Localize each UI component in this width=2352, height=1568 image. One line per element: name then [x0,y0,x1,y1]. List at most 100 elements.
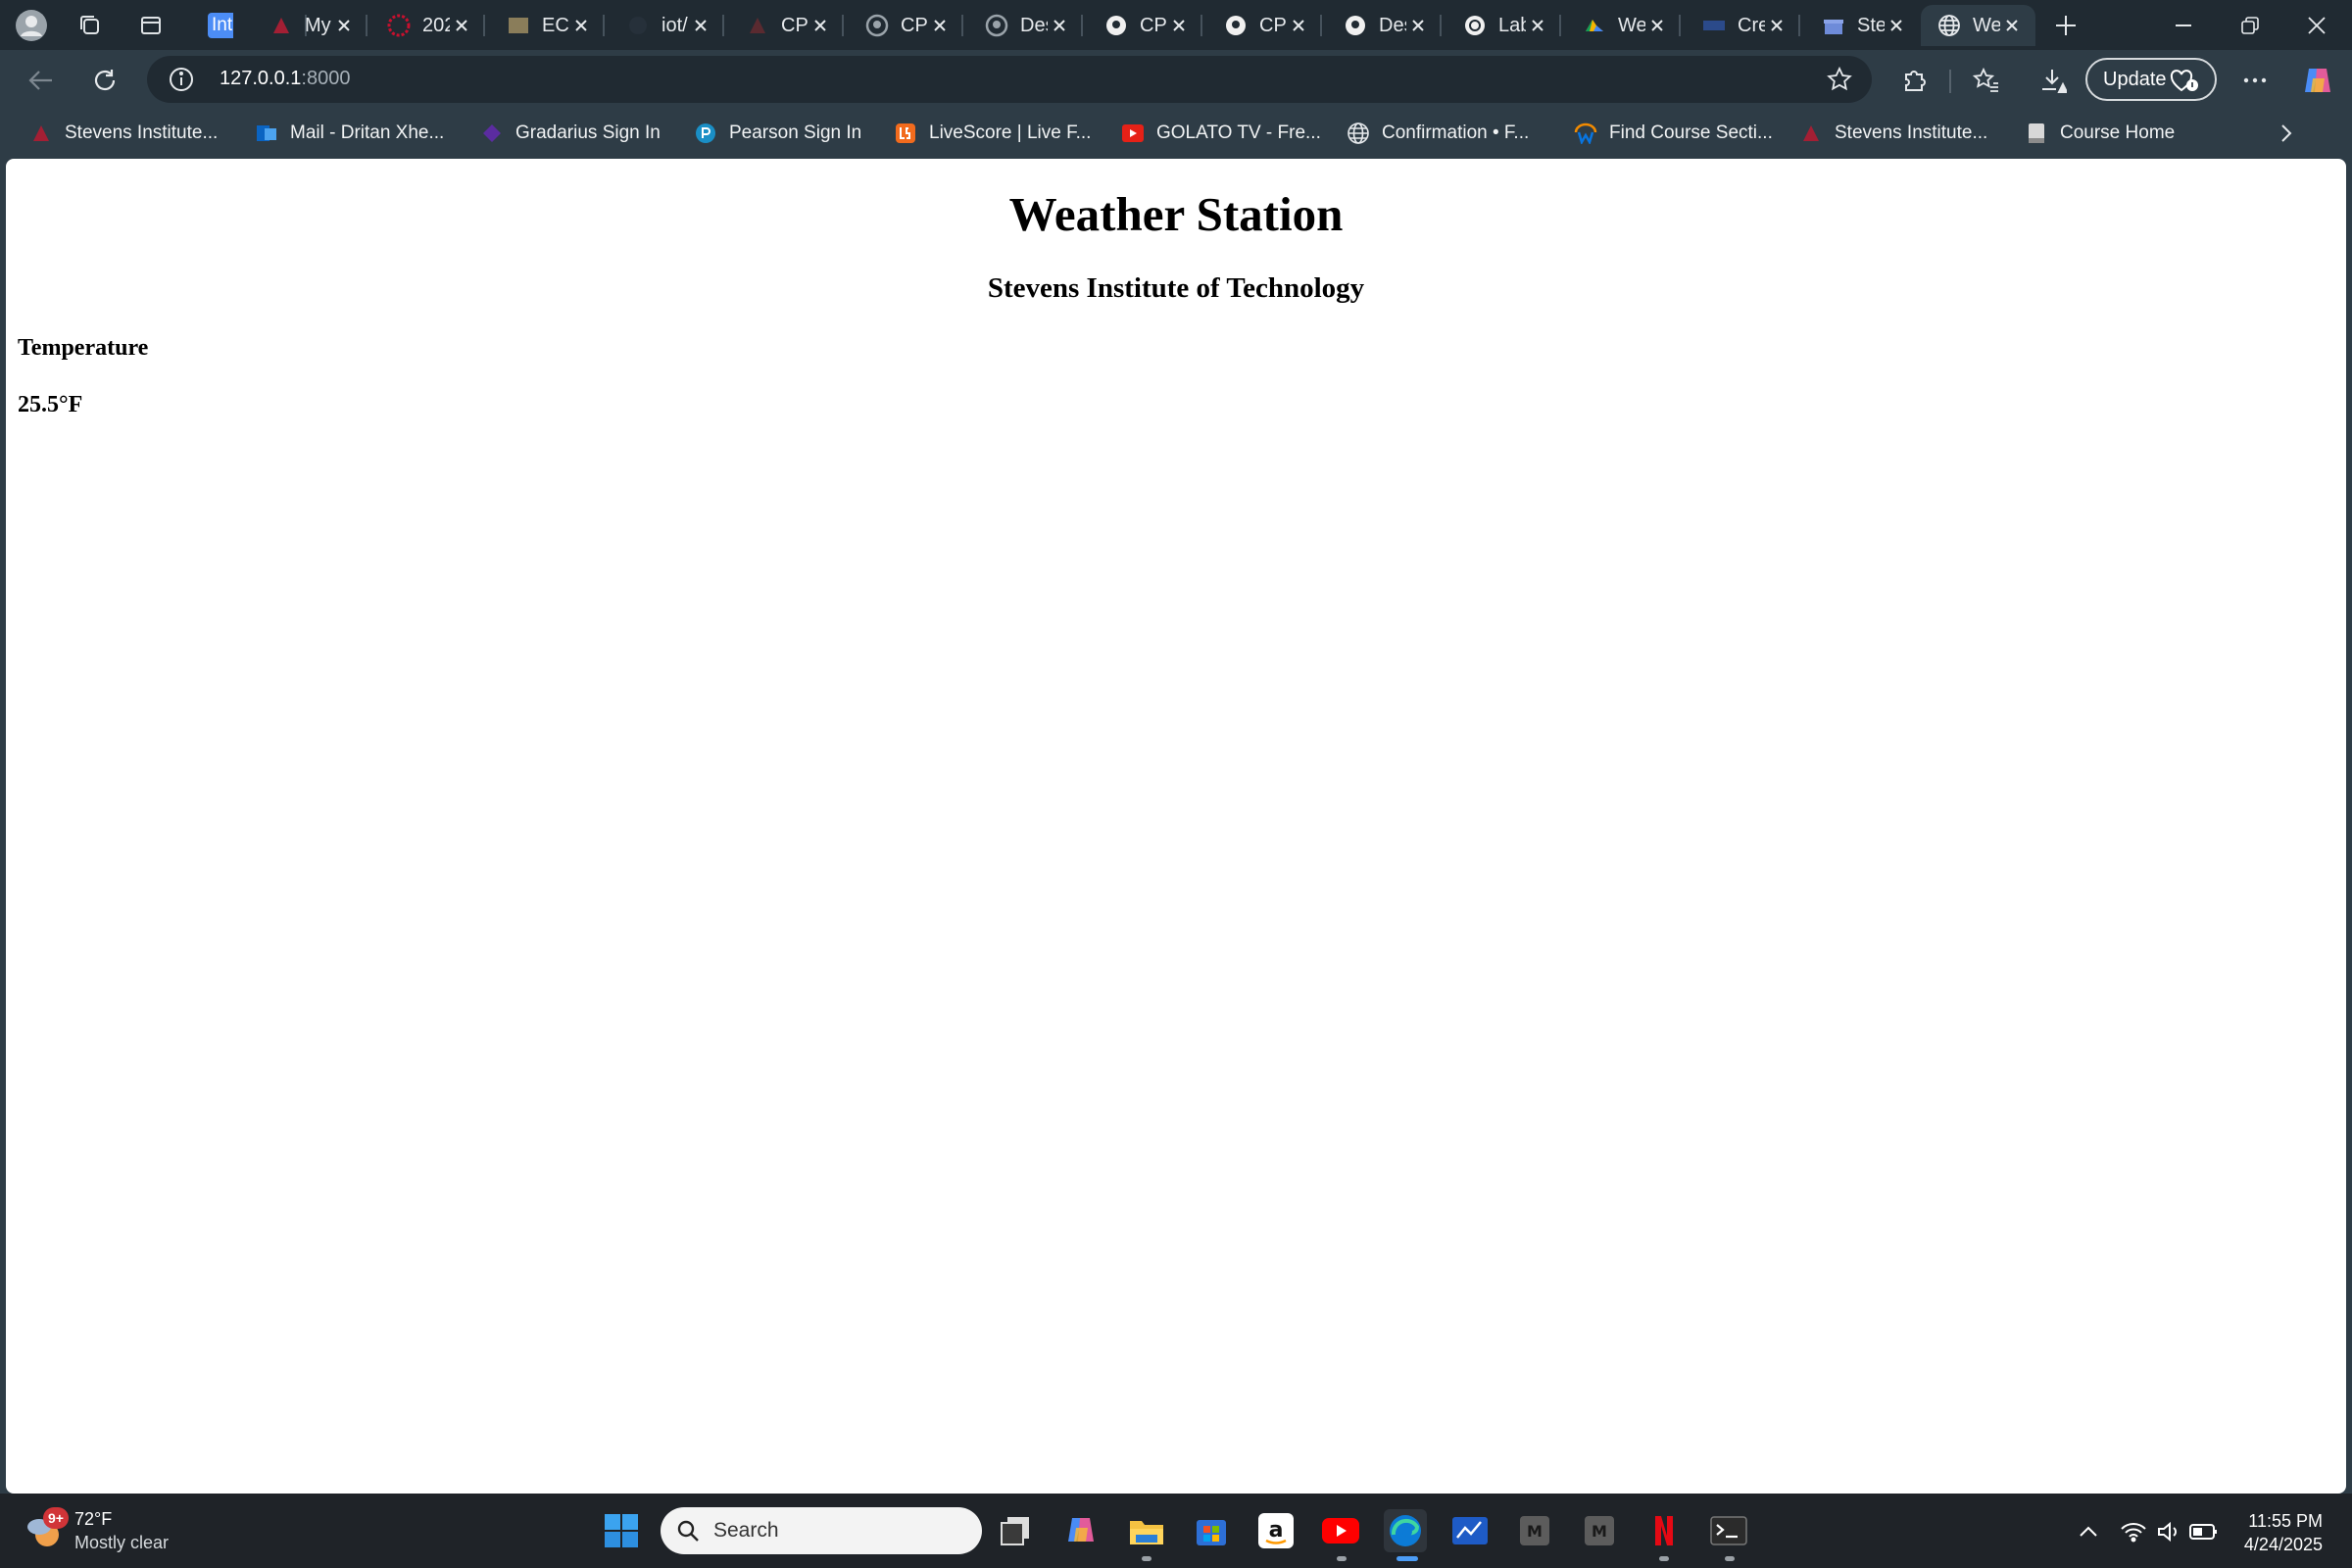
close-tab-icon[interactable] [1526,14,1549,37]
close-tab-icon[interactable] [689,14,712,37]
copilot-taskbar-icon[interactable] [1060,1509,1103,1552]
whiteboard-icon[interactable] [1448,1509,1492,1552]
extensions-icon[interactable] [1893,60,1935,101]
close-tab-icon[interactable] [1287,14,1310,37]
restore-button[interactable] [2217,0,2283,50]
bookmark-livescore[interactable]: LiveScore | Live F... [894,119,1091,148]
workspaces-icon[interactable] [73,8,108,43]
task-view-icon[interactable] [994,1509,1037,1552]
close-tab-icon[interactable] [569,14,593,37]
close-tab-icon[interactable] [450,14,473,37]
wifi-icon[interactable] [2117,1517,2150,1546]
tab-des-2[interactable]: Des [1327,5,1442,46]
refresh-button[interactable] [84,60,125,101]
tab-cre[interactable]: Cre [1686,5,1800,46]
copilot-icon[interactable] [2297,60,2338,101]
close-tab-icon[interactable] [2000,14,2024,37]
file-explorer-icon[interactable] [1125,1509,1168,1552]
close-tab-icon[interactable] [1645,14,1669,37]
start-button[interactable] [600,1509,643,1552]
weather-description: Mostly clear [74,1533,170,1552]
downloads-icon[interactable] [2033,60,2074,101]
tab-label: CPE [1140,14,1167,36]
more-options-icon[interactable] [2234,60,2276,101]
temperature-value: 25.5°F [18,392,83,417]
app-m-icon-1[interactable]: M [1513,1509,1556,1552]
youtube-taskbar-icon[interactable] [1319,1509,1362,1552]
bookmark-mail[interactable]: Mail - Dritan Xhe... [255,119,444,148]
new-tab-button[interactable] [2048,8,2083,43]
favorite-star-icon[interactable] [1827,66,1852,97]
volume-icon[interactable] [2152,1517,2185,1546]
bookmark-golato[interactable]: GOLATO TV - Fre... [1121,119,1321,148]
running-indicator [1142,1556,1152,1561]
back-button[interactable] [20,60,61,101]
tab-weather-station[interactable]: We [1921,5,2035,46]
favorites-icon[interactable] [1966,60,2007,101]
netflix-icon[interactable] [1642,1509,1686,1552]
tab-des-1[interactable]: Des [968,5,1083,46]
bookmark-stevens-2[interactable]: Stevens Institute... [1799,119,1987,148]
close-tab-icon[interactable] [332,14,356,37]
page-title: Weather Station [1008,187,1344,241]
bookmark-pearson[interactable]: Pearson Sign In [694,119,861,148]
taskbar-search[interactable]: Search [661,1507,982,1554]
minimize-button[interactable] [2150,0,2217,50]
system-clock[interactable]: 11:55 PM 4/24/2025 [2225,1509,2323,1556]
tab-label: 202 [422,14,450,36]
tab-label: My [305,14,331,36]
close-tab-icon[interactable] [928,14,952,37]
address-bar[interactable]: 127.0.0.1:8000 [147,56,1872,103]
bookmarks-overflow-icon[interactable] [2279,119,2293,148]
running-indicator [1659,1556,1669,1561]
tab-ste[interactable]: Ste [1805,5,1920,46]
amazon-icon[interactable]: a [1254,1509,1298,1552]
site-info-icon[interactable] [169,67,194,97]
tab-ece[interactable]: ECE [490,5,605,46]
tab-202[interactable]: 202 [370,5,485,46]
weather-temp: 72°F [74,1509,113,1529]
tab-label: Wel [1618,14,1645,36]
bookmark-confirmation[interactable]: Confirmation • F... [1347,119,1529,148]
blank-page-icon [625,13,651,38]
tab-lab[interactable]: Lab [1446,5,1561,46]
tab-actions-icon[interactable] [133,8,169,43]
edge-icon[interactable] [1384,1509,1427,1552]
toolbar-divider [1949,70,1951,93]
app-m-icon-2[interactable]: M [1578,1509,1621,1552]
bookmark-find-course[interactable]: Find Course Secti... [1574,119,1773,148]
bookmark-stevens-1[interactable]: Stevens Institute... [29,119,218,148]
bookmark-gradarius[interactable]: Gradarius Sign In [480,119,661,148]
globe-icon [1347,122,1370,145]
close-tab-icon[interactable] [1885,14,1908,37]
close-tab-icon[interactable] [1406,14,1430,37]
tab-my[interactable]: My [253,5,368,46]
close-tab-icon[interactable] [1048,14,1071,37]
outlook-icon [255,122,278,145]
bookmark-label: Mail - Dritan Xhe... [290,122,445,143]
page-subtitle: Stevens Institute of Technology [987,272,1365,304]
github-icon [1343,13,1368,38]
url-text[interactable]: 127.0.0.1:8000 [220,68,350,90]
tab-iot[interactable]: iot/ [610,5,724,46]
battery-icon[interactable] [2187,1517,2221,1546]
close-window-button[interactable] [2283,0,2350,50]
tab-cpe-3[interactable]: CPE [1088,5,1202,46]
microsoft-store-icon[interactable] [1190,1509,1233,1552]
show-hidden-icons[interactable] [2072,1517,2105,1546]
terminal-icon[interactable] [1707,1509,1750,1552]
tab-wel[interactable]: Wel [1566,5,1681,46]
close-tab-icon[interactable] [808,14,832,37]
tab-cpe-1[interactable]: CPE [729,5,844,46]
close-tab-icon[interactable] [1765,14,1788,37]
weather-widget[interactable]: 9+ 72°F Mostly clear [25,1507,182,1556]
url-host: 127.0.0.1 [220,68,302,89]
close-tab-icon[interactable] [1167,14,1191,37]
bookmark-course-home[interactable]: Course Home [2025,119,2175,148]
tab-cpe-2[interactable]: CPE [849,5,963,46]
tab-cpe-4[interactable]: CPE [1207,5,1322,46]
svg-text:M: M [1592,1522,1607,1541]
gift-icon [1821,13,1846,38]
profile-avatar[interactable] [14,8,49,43]
update-button[interactable]: Update [2085,58,2217,101]
